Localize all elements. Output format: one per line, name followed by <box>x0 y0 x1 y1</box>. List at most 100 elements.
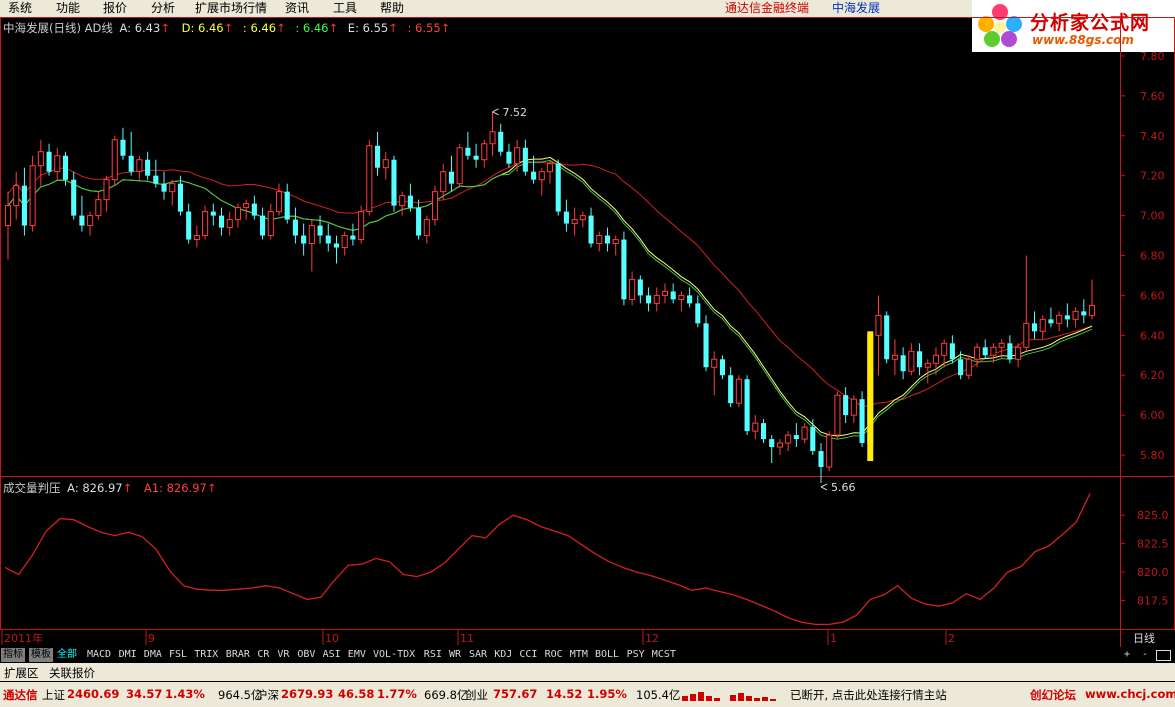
indicator-tick-label: 817.5 <box>1137 595 1169 608</box>
candle <box>884 311 890 364</box>
candle-body <box>514 147 521 165</box>
forum-link[interactable]: 创幻论坛 <box>1030 687 1076 703</box>
date-tick-label: 2 <box>948 632 955 645</box>
candle-body <box>735 378 742 404</box>
candle-body <box>95 199 102 217</box>
candle <box>465 131 471 160</box>
date-tick-label: 9 <box>148 632 155 645</box>
candle <box>612 235 619 256</box>
ext-tab-extension[interactable]: 扩展区 <box>4 665 39 681</box>
tab-mtm[interactable]: MTM <box>568 648 590 662</box>
candle-body <box>29 165 36 227</box>
hs-index-value: 2679.93 <box>281 687 334 701</box>
candle-body <box>186 211 192 240</box>
candle <box>1064 303 1070 328</box>
tab-scroll-plus-button[interactable]: + <box>1122 648 1132 662</box>
hs-index-label[interactable]: 沪深 <box>256 687 279 703</box>
candle-body <box>301 235 307 244</box>
indicator-tick-label: 822.5 <box>1137 538 1169 551</box>
candle-body <box>793 435 799 440</box>
candle-body <box>374 145 381 168</box>
candle <box>358 205 365 244</box>
candle-body <box>136 159 143 173</box>
tab-cr[interactable]: CR <box>255 648 271 662</box>
tab-mcst[interactable]: MCST <box>650 648 678 662</box>
candle-body <box>382 159 389 169</box>
candle-body <box>1015 346 1022 360</box>
candle <box>1031 311 1038 340</box>
candle-body <box>776 442 783 448</box>
tab-boll[interactable]: BOLL <box>593 648 621 662</box>
candle-body <box>473 155 479 160</box>
candle-body <box>79 215 85 226</box>
cy-index-label[interactable]: 创业 <box>465 687 488 703</box>
candle <box>596 231 603 252</box>
candle-body <box>752 422 759 432</box>
candle <box>982 339 988 360</box>
tab-roc[interactable]: ROC <box>543 648 565 662</box>
candle-body <box>489 131 496 145</box>
price-axis: 7.80 7.60 7.40 7.20 7.00 6.80 6.60 6.40 6.20 6.00… <box>1120 50 1165 462</box>
candle <box>111 135 118 186</box>
extension-bar: 扩展区 关联报价 <box>0 663 1175 681</box>
candle <box>728 367 734 408</box>
candle-body <box>875 314 882 336</box>
chart-area[interactable]: 7.80 7.60 7.40 7.20 7.00 6.80 6.60 6.40 6.20 6.00… <box>0 0 1175 647</box>
tab-dma[interactable]: DMA <box>142 648 164 662</box>
tab-window-toggle-icon[interactable] <box>1156 650 1171 661</box>
tab-asi[interactable]: ASI <box>321 648 343 662</box>
tab-psy[interactable]: PSY <box>625 648 647 662</box>
candle <box>260 207 266 240</box>
candle <box>670 283 676 304</box>
tab-全部[interactable]: 全部 <box>55 648 79 662</box>
chart-frame <box>0 17 1175 647</box>
candle <box>13 171 20 220</box>
tab-fsl[interactable]: FSL <box>167 648 189 662</box>
candle <box>54 147 61 180</box>
tab-vol-tdx[interactable]: VOL-TDX <box>371 648 417 662</box>
candle-body <box>818 451 824 468</box>
ext-tab-related-quote[interactable]: 关联报价 <box>49 665 95 681</box>
tab-wr[interactable]: WR <box>447 648 463 662</box>
sh-index-label[interactable]: 上证 <box>42 687 65 703</box>
forum-url[interactable]: www.chcj.com <box>1085 687 1175 701</box>
candle <box>769 435 775 464</box>
candle <box>103 175 110 212</box>
tab-emv[interactable]: EMV <box>346 648 368 662</box>
tab-obv[interactable]: OBV <box>295 648 317 662</box>
candle <box>875 295 882 376</box>
tab-vr[interactable]: VR <box>275 648 291 662</box>
candle-body <box>522 147 528 172</box>
candle <box>333 235 340 264</box>
candle-body <box>538 171 545 181</box>
candle-body <box>982 347 988 356</box>
candle-body <box>1023 322 1030 348</box>
candle <box>145 151 151 180</box>
candle-body <box>596 235 603 245</box>
tab-sar[interactable]: SAR <box>467 648 489 662</box>
candle <box>973 343 981 368</box>
candle-body <box>21 185 27 226</box>
tab-scroll-minus-button[interactable]: - <box>1140 648 1150 662</box>
tab-rsi[interactable]: RSI <box>422 648 444 662</box>
candle-body <box>251 203 257 216</box>
tab-dmi[interactable]: DMI <box>117 648 139 662</box>
tab-模板[interactable]: 模板 <box>29 648 53 662</box>
price-tick-label: 6.80 <box>1140 250 1165 263</box>
candle-body <box>653 294 660 304</box>
tab-指标[interactable]: 指标 <box>1 648 25 662</box>
hs-index-amount: 669.8亿 <box>424 688 469 702</box>
annotation-arrow <box>820 483 828 491</box>
candle-body <box>941 342 948 356</box>
tab-trix[interactable]: TRIX <box>192 648 220 662</box>
candle-body <box>826 434 833 468</box>
tab-cci[interactable]: CCI <box>517 648 539 662</box>
tab-brar[interactable]: BRAR <box>224 648 252 662</box>
tab-kdj[interactable]: KDJ <box>492 648 514 662</box>
tab-macd[interactable]: MACD <box>85 648 113 662</box>
connection-status-link[interactable]: 已断开, 点击此处连接行情主站 <box>790 687 947 703</box>
candle-body <box>407 195 413 208</box>
date-tick-label: 1 <box>830 632 837 645</box>
candle <box>1039 315 1046 340</box>
candle-body <box>46 151 52 172</box>
